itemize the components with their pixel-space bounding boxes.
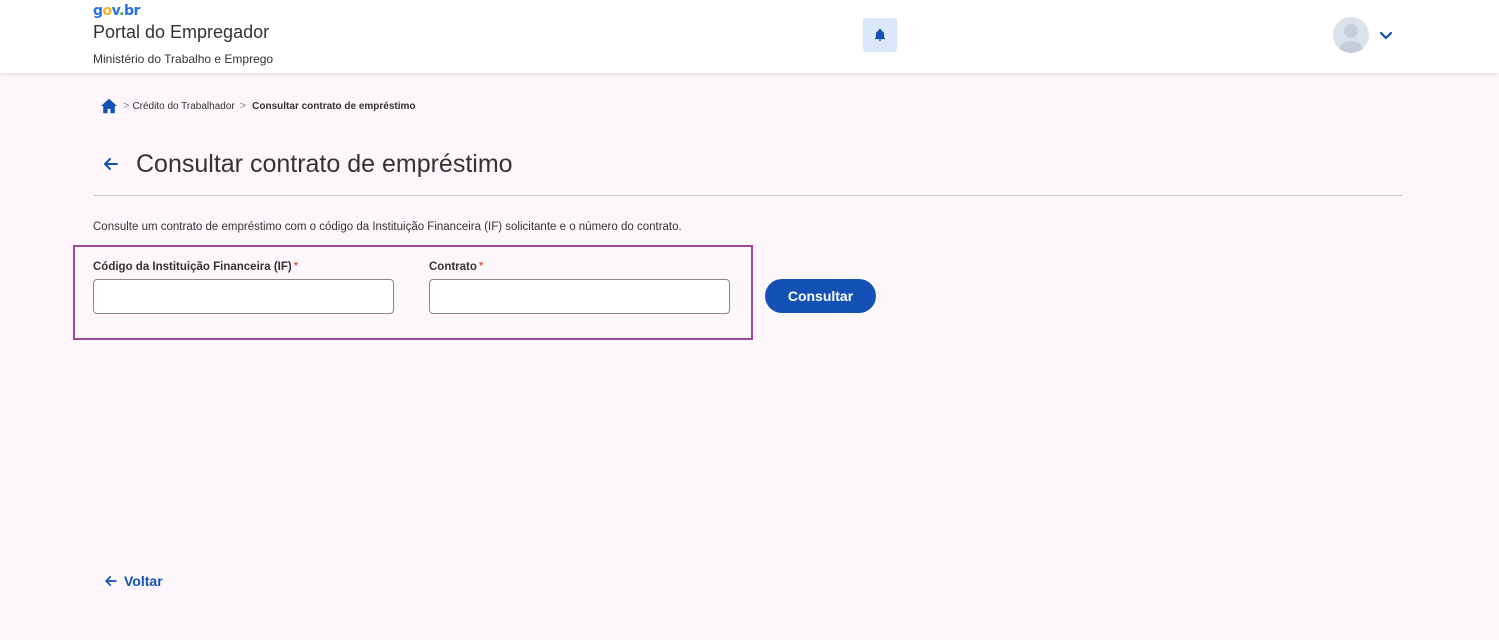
notifications-button[interactable] xyxy=(863,18,897,52)
breadcrumb-item-credito[interactable]: Crédito do Trabalhador xyxy=(132,101,234,112)
bell-icon xyxy=(874,28,886,41)
govbr-logo[interactable]: gov.br xyxy=(93,3,140,19)
home-icon xyxy=(101,98,117,114)
breadcrumb-separator: > xyxy=(239,100,247,112)
arrow-left-icon xyxy=(105,575,117,587)
voltar-label: Voltar xyxy=(124,573,163,589)
contract-label-text: Contrato xyxy=(429,261,477,273)
ministry-name: Ministério do Trabalho e Emprego xyxy=(93,52,274,66)
contract-label: Contrato * xyxy=(429,261,483,273)
portal-title: Portal do Empregador xyxy=(93,22,270,42)
user-avatar-icon xyxy=(1339,24,1363,53)
required-mark: * xyxy=(293,261,299,273)
back-arrow-icon[interactable] xyxy=(101,154,121,174)
if-code-label: Código da Instituição Financeira (IF) * xyxy=(93,261,298,273)
breadcrumb-home[interactable] xyxy=(100,98,118,114)
consultar-button[interactable]: Consultar xyxy=(765,279,876,313)
header: gov.br Portal do Empregador Ministério d… xyxy=(0,0,1499,73)
voltar-link[interactable]: Voltar xyxy=(104,572,163,590)
breadcrumb-separator: > xyxy=(123,100,130,112)
breadcrumb-current: Consultar contrato de empréstimo xyxy=(252,100,416,112)
contract-input[interactable] xyxy=(429,279,730,314)
if-code-input[interactable] xyxy=(93,279,394,314)
breadcrumb: > Crédito do Trabalhador > Consultar con… xyxy=(100,96,416,116)
page-description: Consulte um contrato de empréstimo com o… xyxy=(93,221,682,233)
chevron-down-icon[interactable] xyxy=(1378,27,1394,43)
user-avatar-button[interactable] xyxy=(1333,17,1369,53)
page-title: Consultar contrato de empréstimo xyxy=(136,150,513,178)
title-divider xyxy=(93,195,1403,196)
required-mark: * xyxy=(478,261,484,273)
if-code-label-text: Código da Instituição Financeira (IF) xyxy=(93,261,292,273)
